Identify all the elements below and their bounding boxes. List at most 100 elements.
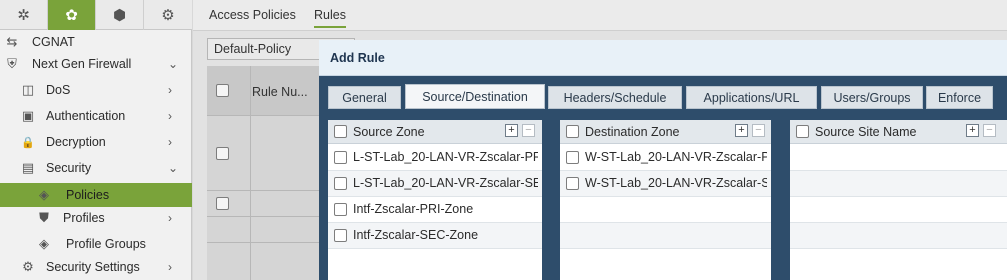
add-icon[interactable]: + (505, 124, 518, 137)
sidebar-item-label: Decryption (46, 135, 106, 149)
chevron-right-icon: › (168, 83, 172, 97)
shield-icon: ⛊ (39, 210, 49, 225)
rules-table: Rule Nu... (207, 66, 337, 280)
list-item-empty (790, 223, 1007, 249)
sidebar-top-icons: ✲ ✿ ⬢ ⚙ (0, 0, 192, 30)
sidebar-item-security-settings[interactable]: ⚙ Security Settings › (0, 255, 192, 279)
row-divider (207, 190, 337, 191)
firewall-icon: ⛨ (7, 56, 17, 71)
list-title: Source Site Name (815, 125, 917, 139)
sidebar-item-dos[interactable]: ◫ DoS › (0, 78, 192, 102)
list-title: Destination Zone (585, 125, 680, 139)
list-item-empty (790, 197, 1007, 223)
sidebar-item-label: Next Gen Firewall (32, 57, 132, 71)
tab-applications-url[interactable]: Applications/URL (686, 86, 817, 109)
network-icon[interactable]: ✲ (0, 0, 48, 30)
tab-general[interactable]: General (328, 86, 401, 109)
row-checkbox[interactable] (216, 147, 229, 160)
tab-access-policies[interactable]: Access Policies (209, 8, 296, 22)
list-item-empty (790, 145, 1007, 171)
list-item[interactable]: W-ST-Lab_20-LAN-VR-Zscalar-SEC (560, 171, 771, 197)
sidebar-item-label: Authentication (46, 109, 126, 123)
list-item-label: W-ST-Lab_20-LAN-VR-Zscalar-SEC (585, 176, 767, 190)
list-item[interactable]: W-ST-Lab_20-LAN-VR-Zscalar-PRI (560, 145, 771, 171)
remove-icon[interactable]: − (752, 124, 765, 137)
list-item[interactable]: L-ST-Lab_20-LAN-VR-Zscalar-PRI (328, 145, 542, 171)
sidebar-item-security[interactable]: ▤ Security ⌄ (0, 156, 192, 180)
chevron-down-icon: ⌄ (168, 57, 179, 71)
cgnat-icon: ⇆ (6, 34, 18, 49)
row-divider (207, 242, 337, 243)
row-checkbox[interactable] (334, 177, 347, 190)
select-all-checkbox[interactable] (796, 125, 809, 138)
row-checkbox[interactable] (566, 151, 579, 164)
list-item[interactable]: L-ST-Lab_20-LAN-VR-Zscalar-SEC (328, 171, 542, 197)
tab-source-destination[interactable]: Source/Destination (405, 84, 545, 109)
list-item-label: L-ST-Lab_20-LAN-VR-Zscalar-SEC (353, 176, 538, 190)
dos-icon: ◫ (21, 82, 35, 97)
chevron-right-icon: › (168, 109, 172, 123)
sidebar-item-decryption[interactable]: 🔒 Decryption › (0, 130, 192, 154)
sidebar-item-label: Security Settings (46, 260, 140, 274)
list-item-label: Intf-Zscalar-PRI-Zone (353, 202, 474, 216)
row-divider (207, 216, 337, 217)
source-site-name-list: Source Site Name + − (790, 120, 1007, 280)
chevron-right-icon: › (168, 260, 172, 274)
sidebar-item-authentication[interactable]: ▣ Authentication › (0, 104, 192, 128)
sidebar-item-profiles[interactable]: ⛊ Profiles › (0, 206, 192, 230)
tab-rules[interactable]: Rules (314, 8, 346, 28)
row-checkbox[interactable] (216, 197, 229, 210)
list-item[interactable]: Intf-Zscalar-PRI-Zone (328, 197, 542, 223)
authentication-icon: ▣ (21, 108, 35, 123)
select-all-checkbox[interactable] (216, 84, 229, 97)
add-icon[interactable]: + (735, 124, 748, 137)
chevron-down-icon: ⌄ (168, 161, 179, 175)
sidebar-item-next-gen-firewall[interactable]: ⛨ Next Gen Firewall ⌄ (0, 52, 192, 76)
chevron-right-icon: › (168, 211, 172, 225)
list-item[interactable]: Intf-Zscalar-SEC-Zone (328, 223, 542, 249)
tab-enforce[interactable]: Enforce (926, 86, 993, 109)
row-checkbox[interactable] (334, 229, 347, 242)
select-all-checkbox[interactable] (334, 125, 347, 138)
list-item-empty (560, 223, 771, 249)
row-checkbox[interactable] (334, 203, 347, 216)
list-item-label: Intf-Zscalar-SEC-Zone (353, 228, 479, 242)
sidebar-item-label: Security (46, 161, 92, 175)
sidebar-item-label: Policies (66, 188, 110, 202)
remove-icon[interactable]: − (983, 124, 996, 137)
source-zone-list: Source Zone + − L-ST-Lab_20-LAN-VR-Zscal… (328, 120, 542, 280)
profile-groups-icon: ◈ (39, 236, 49, 251)
list-item-label: W-ST-Lab_20-LAN-VR-Zscalar-PRI (585, 150, 767, 164)
dialog-title: Add Rule (330, 51, 385, 65)
select-all-checkbox[interactable] (566, 125, 579, 138)
list-header: Source Zone + − (328, 120, 542, 144)
settings-search-icon[interactable]: ⚙ (144, 0, 192, 30)
sidebar-item-label: CGNAT (32, 35, 75, 49)
package-icon[interactable]: ⬢ (96, 0, 144, 30)
sidebar-item-profile-groups[interactable]: ◈ Profile Groups (0, 232, 192, 256)
lock-icon: 🔒 (21, 136, 35, 149)
list-item-empty (790, 171, 1007, 197)
security-icon: ▤ (21, 160, 35, 175)
add-icon[interactable]: + (966, 124, 979, 137)
policy-icon: ◈ (39, 187, 49, 202)
add-rule-dialog: Add Rule General Source/Destination Head… (319, 40, 1007, 280)
row-checkbox[interactable] (334, 151, 347, 164)
remove-icon[interactable]: − (522, 124, 535, 137)
chevron-right-icon: › (168, 135, 172, 149)
sidebar-item-policies[interactable]: ◈ Policies (0, 183, 192, 207)
destination-zone-list: Destination Zone + − W-ST-Lab_20-LAN-VR-… (560, 120, 771, 280)
sidebar-item-label: Profiles (63, 211, 105, 225)
list-title: Source Zone (353, 125, 425, 139)
column-header-rule-number[interactable]: Rule Nu... (252, 85, 308, 99)
sidebar: ✲ ✿ ⬢ ⚙ ⇆ CGNAT ⛨ Next Gen Firewall ⌄ ◫ … (0, 0, 192, 280)
gear-icon[interactable]: ✿ (48, 0, 96, 30)
column-divider (250, 66, 251, 280)
tab-users-groups[interactable]: Users/Groups (821, 86, 923, 109)
tab-headers-schedule[interactable]: Headers/Schedule (548, 86, 682, 109)
sidebar-item-cgnat[interactable]: ⇆ CGNAT (0, 30, 192, 54)
list-header: Destination Zone + − (560, 120, 771, 144)
row-checkbox[interactable] (566, 177, 579, 190)
list-item-label: L-ST-Lab_20-LAN-VR-Zscalar-PRI (353, 150, 538, 164)
dialog-title-bar: Add Rule (319, 40, 1007, 76)
